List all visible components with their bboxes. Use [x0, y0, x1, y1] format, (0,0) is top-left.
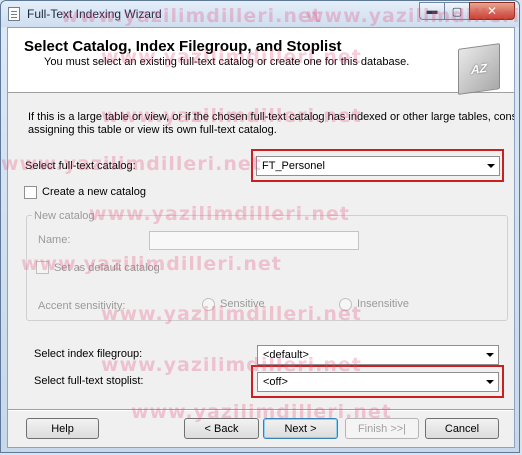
description-line-1: If this is a large table or view, or if …	[28, 111, 514, 123]
description-text: If this is a large table or view, or if …	[28, 111, 514, 137]
filegroup-selected-value: <default>	[263, 349, 309, 361]
stoplist-label: Select full-text stoplist:	[34, 375, 144, 387]
insensitive-radio[interactable]	[339, 298, 352, 311]
description-line-2: assigning this table or view its own ful…	[28, 124, 277, 136]
catalog-label: Select full-text catalog:	[25, 160, 136, 172]
back-button[interactable]: < Back	[184, 418, 259, 439]
default-catalog-checkbox[interactable]	[36, 261, 49, 274]
cancel-button[interactable]: Cancel	[425, 418, 499, 439]
wizard-body: Select Catalog, Index Filegroup, and Sto…	[7, 27, 515, 448]
chevron-down-icon	[486, 380, 494, 384]
help-button[interactable]: Help	[26, 418, 99, 439]
title-bar[interactable]: Full-Text Indexing Wizard ▬ ▢ ✕	[1, 1, 519, 27]
catalog-select[interactable]: FT_Personel	[256, 156, 500, 176]
catalog-name-label: Name:	[38, 234, 71, 246]
filegroup-label: Select index filegroup:	[34, 348, 143, 360]
insensitive-label: Insensitive	[357, 298, 409, 310]
catalog-book-icon: AZ	[458, 43, 500, 95]
sensitive-label: Sensitive	[220, 298, 265, 310]
footer-separator	[8, 409, 514, 411]
next-button[interactable]: Next >	[263, 418, 338, 439]
wizard-header: Select Catalog, Index Filegroup, and Sto…	[8, 28, 514, 95]
filegroup-select[interactable]: <default>	[257, 345, 499, 365]
stoplist-select[interactable]: <off>	[257, 372, 499, 392]
chevron-down-icon	[487, 164, 495, 168]
catalog-selected-value: FT_Personel	[262, 160, 325, 172]
chevron-down-icon	[486, 353, 494, 357]
sensitive-radio[interactable]	[202, 298, 215, 311]
create-catalog-label: Create a new catalog	[42, 186, 146, 198]
stoplist-selected-value: <off>	[263, 376, 288, 388]
window-title: Full-Text Indexing Wizard	[27, 7, 162, 21]
default-catalog-label: Set as default catalog	[54, 262, 160, 274]
create-catalog-checkbox[interactable]	[24, 186, 37, 199]
page-title: Select Catalog, Index Filegroup, and Sto…	[24, 38, 342, 55]
finish-button[interactable]: Finish >>|	[345, 418, 419, 439]
new-catalog-group-label: New catalog	[32, 210, 97, 222]
document-icon	[8, 7, 20, 21]
accent-sensitivity-label: Accent sensitivity:	[38, 300, 126, 312]
maximize-button[interactable]: ▢	[444, 2, 470, 20]
wizard-window: Full-Text Indexing Wizard ▬ ▢ ✕ Select C…	[0, 0, 522, 453]
catalog-name-input[interactable]	[149, 231, 359, 250]
minimize-button[interactable]: ▬	[419, 2, 445, 20]
page-subtitle: You must select an existing full-text ca…	[44, 56, 410, 68]
close-button[interactable]: ✕	[469, 2, 515, 20]
